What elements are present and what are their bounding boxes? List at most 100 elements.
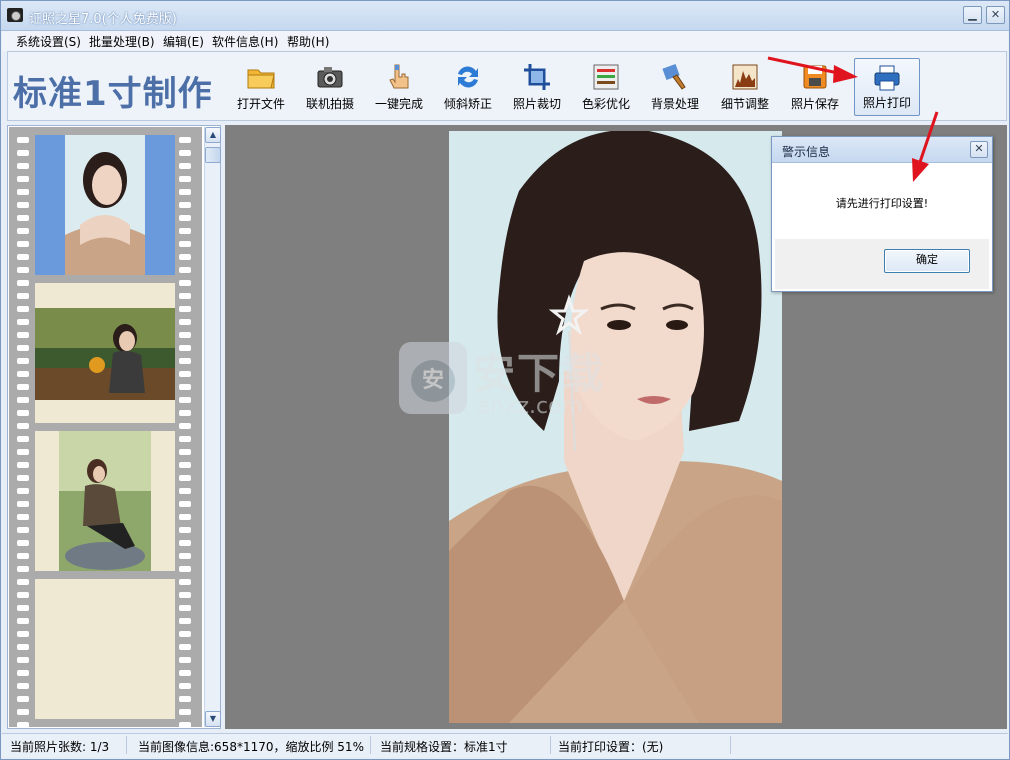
film-sprocket-hole	[179, 202, 191, 208]
color-bars-icon	[593, 64, 619, 90]
film-sprocket-hole	[179, 657, 191, 663]
film-sprocket-hole	[179, 644, 191, 650]
watermark: 安 安下载 anxz.com	[399, 338, 614, 423]
crop-button[interactable]: 照片裁切	[504, 58, 570, 116]
thumbnail-4-empty[interactable]	[35, 579, 175, 719]
window-title: 证照之星7.0(个人免费版)	[29, 12, 177, 27]
chevron-up-icon: ▲	[209, 130, 217, 139]
thumbnail-scrollbar[interactable]: ▲ ▼	[204, 127, 221, 727]
thumbnail-2[interactable]	[35, 283, 175, 423]
save-icon	[803, 65, 827, 89]
film-sprocket-hole	[179, 553, 191, 559]
thumbnail-3[interactable]	[35, 431, 175, 571]
film-sprocket-hole	[179, 137, 191, 143]
film-sprocket-hole	[17, 670, 29, 676]
color-optimize-button[interactable]: 色彩优化	[573, 58, 639, 116]
folder-icon	[247, 69, 275, 89]
film-sprocket-hole	[179, 709, 191, 715]
main-photo[interactable]	[449, 131, 782, 723]
film-sprocket-hole	[179, 267, 191, 273]
status-spec: 当前规格设置：标准1寸	[380, 740, 508, 754]
film-sprocket-hole	[179, 397, 191, 403]
film-sprocket-hole	[17, 631, 29, 637]
filmstrip	[9, 127, 202, 727]
menu-system-settings[interactable]: 系统设置(S)	[16, 33, 81, 50]
menu-edit[interactable]: 编辑(E)	[163, 33, 204, 50]
film-sprocket-hole	[17, 189, 29, 195]
scroll-up-button[interactable]: ▲	[205, 127, 221, 143]
status-bar: 当前照片张数: 1/3 当前图像信息:658*1170，缩放比例 51% 当前规…	[2, 733, 1008, 757]
film-sprocket-hole	[17, 423, 29, 429]
film-sprocket-hole	[179, 514, 191, 520]
film-sprocket-hole	[179, 683, 191, 689]
warning-dialog: 警示信息 ✕ 请先进行打印设置! 确定	[771, 136, 993, 292]
film-sprocket-hole	[17, 306, 29, 312]
film-sprocket-hole	[179, 670, 191, 676]
film-sprocket-hole	[179, 501, 191, 507]
film-sprocket-hole	[17, 176, 29, 182]
app-window: 证照之星7.0(个人免费版) ▁ ✕ 系统设置(S) 批量处理(B) 编辑(E)…	[0, 0, 1010, 760]
open-file-button[interactable]: 打开文件	[228, 58, 294, 116]
film-sprocket-hole	[17, 371, 29, 377]
film-sprocket-hole	[179, 410, 191, 416]
scroll-thumb[interactable]	[205, 147, 221, 163]
close-button[interactable]: ✕	[986, 6, 1005, 24]
film-sprocket-hole	[17, 436, 29, 442]
print-photo-button[interactable]: 照片打印	[854, 58, 920, 116]
status-divider	[730, 736, 731, 754]
film-sprocket-hole	[17, 618, 29, 624]
film-sprocket-hole	[17, 592, 29, 598]
close-icon: ✕	[990, 8, 1001, 21]
film-sprocket-hole	[17, 579, 29, 585]
crop-icon	[524, 64, 550, 90]
menu-bar: 系统设置(S) 批量处理(B) 编辑(E) 软件信息(H) 帮助(H)	[2, 31, 1008, 51]
one-click-button[interactable]: 一键完成	[366, 58, 432, 116]
printer-icon	[874, 65, 900, 91]
film-sprocket-hole	[17, 722, 29, 727]
detail-adjust-button[interactable]: 细节调整	[712, 58, 778, 116]
status-image-info: 当前图像信息:658*1170，缩放比例 51%	[138, 740, 364, 754]
save-photo-button[interactable]: 照片保存	[782, 58, 848, 116]
thumbnail-3-image	[59, 431, 151, 571]
title-bar: 证照之星7.0(个人免费版) ▁ ✕	[1, 1, 1009, 31]
film-sprocket-hole	[17, 384, 29, 390]
camera-icon	[317, 67, 343, 88]
thumbnail-1[interactable]	[35, 135, 175, 275]
minimize-button[interactable]: ▁	[963, 6, 982, 24]
film-sprocket-hole	[179, 215, 191, 221]
menu-software-info[interactable]: 软件信息(H)	[212, 33, 278, 50]
menu-help[interactable]: 帮助(H)	[287, 33, 329, 50]
watermark-text: 安下载	[473, 349, 606, 398]
dialog-body: 请先进行打印设置!	[775, 164, 989, 239]
tilt-correct-button[interactable]: 倾斜矫正	[435, 58, 501, 116]
film-sprocket-hole	[179, 605, 191, 611]
menu-batch[interactable]: 批量处理(B)	[89, 33, 155, 50]
film-sprocket-hole	[17, 540, 29, 546]
dialog-close-button[interactable]: ✕	[970, 141, 988, 158]
film-sprocket-hole	[179, 592, 191, 598]
camera-shoot-button[interactable]: 联机拍摄	[297, 58, 363, 116]
histogram-icon	[732, 64, 758, 90]
film-sprocket-hole	[179, 488, 191, 494]
film-sprocket-hole	[17, 644, 29, 650]
film-sprocket-hole	[179, 150, 191, 156]
status-photo-count: 当前照片张数: 1/3	[10, 740, 110, 754]
film-sprocket-hole	[179, 540, 191, 546]
film-sprocket-hole	[179, 436, 191, 442]
film-sprocket-hole	[179, 228, 191, 234]
film-sprocket-hole	[17, 501, 29, 507]
film-sprocket-hole	[17, 488, 29, 494]
film-sprocket-hole	[17, 709, 29, 715]
film-sprocket-hole	[17, 566, 29, 572]
brand-title: 标准1寸制作	[13, 74, 213, 114]
thumbnail-2-image	[35, 308, 175, 400]
scroll-down-button[interactable]: ▼	[205, 711, 221, 727]
background-button[interactable]: 背景处理	[642, 58, 708, 116]
watermark-domain: anxz.com	[477, 394, 583, 419]
film-sprocket-hole	[17, 254, 29, 260]
film-sprocket-hole	[17, 514, 29, 520]
film-sprocket-hole	[17, 553, 29, 559]
dialog-ok-button[interactable]: 确定	[884, 249, 970, 273]
hand-pointer-icon	[389, 64, 409, 89]
film-sprocket-hole	[17, 150, 29, 156]
